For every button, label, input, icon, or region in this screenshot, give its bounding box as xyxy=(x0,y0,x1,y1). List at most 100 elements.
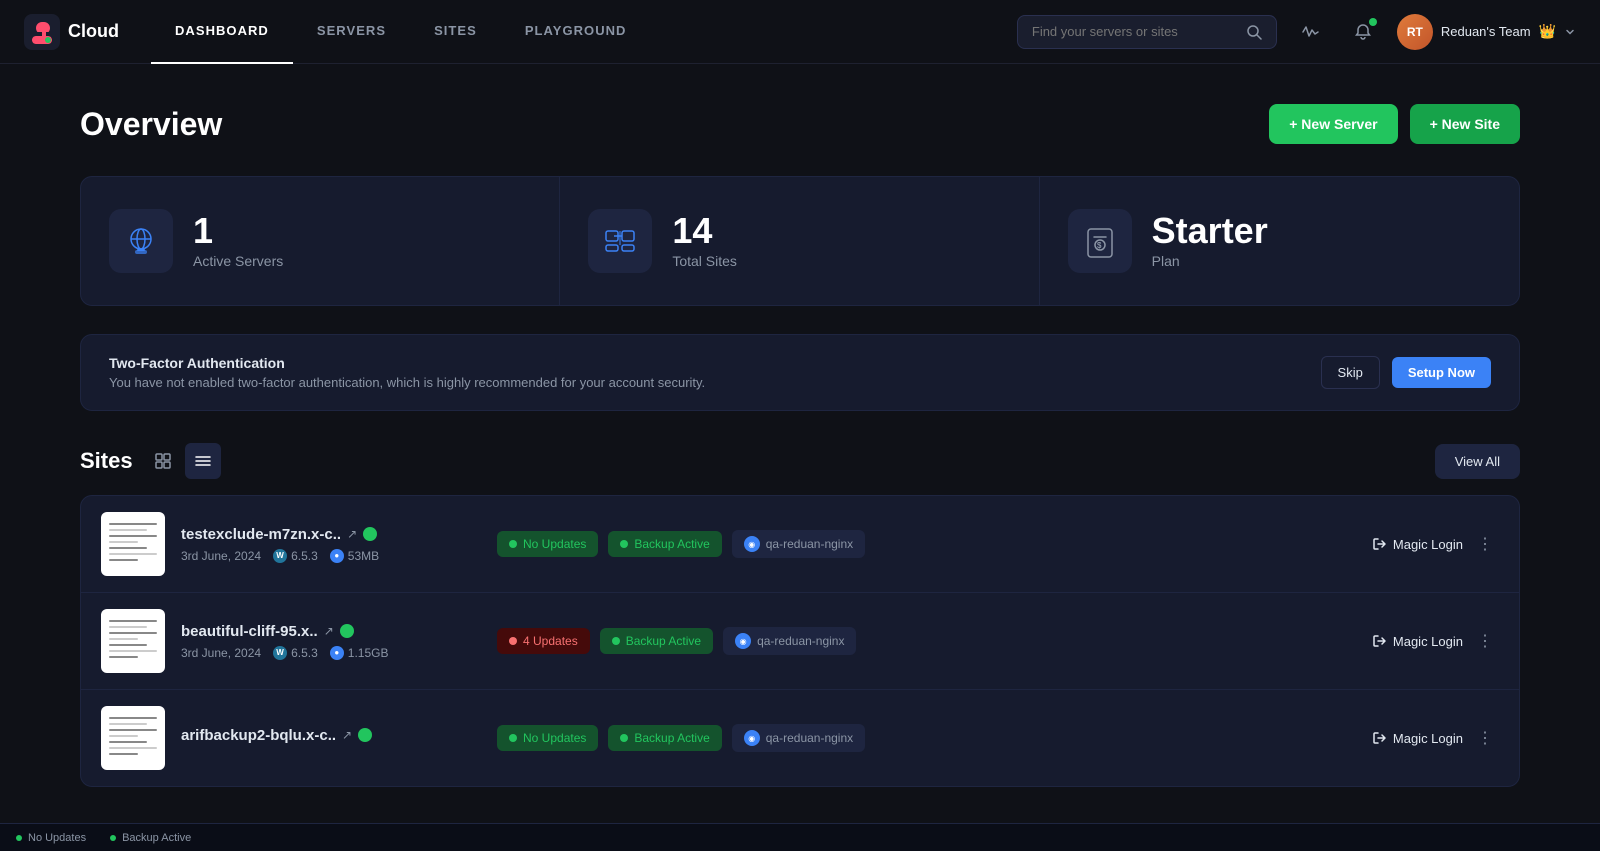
backup-active-badge: Backup Active xyxy=(608,531,721,557)
search-icon xyxy=(1246,24,1262,40)
badge-dot xyxy=(620,734,628,742)
stat-info-sites: 14 Total Sites xyxy=(672,213,737,269)
search-input[interactable] xyxy=(1032,24,1238,39)
user-menu[interactable]: RT Reduan's Team 👑 xyxy=(1397,14,1576,50)
server-badge: ◉ qa-reduan-nginx xyxy=(732,530,865,558)
list-view-button[interactable] xyxy=(185,443,221,479)
site-name: testexclude-m7zn.x-c.. xyxy=(181,526,341,543)
view-all-button[interactable]: View All xyxy=(1435,444,1520,479)
site-info: testexclude-m7zn.x-c.. ↗ 3rd June, 2024 … xyxy=(181,526,481,563)
sites-list: testexclude-m7zn.x-c.. ↗ 3rd June, 2024 … xyxy=(80,495,1520,787)
site-status-indicator xyxy=(340,624,354,638)
site-meta: 3rd June, 2024 W 6.5.3 ● 53MB xyxy=(181,549,481,563)
grid-view-button[interactable] xyxy=(145,443,181,479)
site-name: arifbackup2-bqlu.x-c.. xyxy=(181,727,336,744)
no-updates-badge: No Updates xyxy=(497,725,598,751)
server-badge: ◉ qa-reduan-nginx xyxy=(732,724,865,752)
site-thumbnail xyxy=(101,609,165,673)
login-icon xyxy=(1373,731,1387,745)
stat-plan-label: Plan xyxy=(1152,253,1268,269)
skip-button[interactable]: Skip xyxy=(1321,356,1380,389)
external-link-icon[interactable]: ↗ xyxy=(324,624,334,638)
twofa-title: Two-Factor Authentication xyxy=(109,355,705,371)
site-meta: 3rd June, 2024 W 6.5.3 ● 1.15GB xyxy=(181,646,481,660)
activity-icon-btn[interactable] xyxy=(1293,14,1329,50)
server-icon: ◉ xyxy=(744,536,760,552)
twofa-text: Two-Factor Authentication You have not e… xyxy=(109,355,705,390)
external-link-icon[interactable]: ↗ xyxy=(347,527,357,541)
more-options-button[interactable]: ⋮ xyxy=(1471,530,1499,558)
notification-icon-btn[interactable] xyxy=(1345,14,1381,50)
more-options-button[interactable]: ⋮ xyxy=(1471,627,1499,655)
crown-icon: 👑 xyxy=(1539,23,1556,40)
wp-icon: W xyxy=(273,646,287,660)
nav-links: DASHBOARD SERVERS SITES PLAYGROUND xyxy=(151,0,1017,64)
stat-number-servers: 1 xyxy=(193,213,283,249)
navbar: Cloud DASHBOARD SERVERS SITES PLAYGROUND xyxy=(0,0,1600,64)
server-icon: ◉ xyxy=(735,633,751,649)
table-row: arifbackup2-bqlu.x-c.. ↗ No Updates Back… xyxy=(81,690,1519,786)
logo-text: Cloud xyxy=(68,21,119,42)
page-header: Overview + New Server + New Site xyxy=(80,104,1520,144)
badge-dot xyxy=(509,540,517,548)
site-actions: Magic Login ⋮ xyxy=(1373,530,1499,558)
status-dot xyxy=(110,835,116,841)
logo-icon xyxy=(24,14,60,50)
site-info: beautiful-cliff-95.x.. ↗ 3rd June, 2024 … xyxy=(181,623,481,660)
nav-servers[interactable]: SERVERS xyxy=(293,0,410,64)
site-actions: Magic Login ⋮ xyxy=(1373,724,1499,752)
sites-icon-container xyxy=(588,209,652,273)
main-content: Overview + New Server + New Site 1 Activ… xyxy=(0,64,1600,827)
site-info: arifbackup2-bqlu.x-c.. ↗ xyxy=(181,727,481,750)
more-options-button[interactable]: ⋮ xyxy=(1471,724,1499,752)
updates-badge: 4 Updates xyxy=(497,628,590,654)
sites-title: Sites xyxy=(80,448,133,474)
server-icon: ◉ xyxy=(744,730,760,746)
db-icon: ● xyxy=(330,549,344,563)
site-db-size: ● 1.15GB xyxy=(330,646,389,660)
stat-label-sites: Total Sites xyxy=(672,253,737,269)
notification-dot xyxy=(1369,18,1377,26)
table-row: beautiful-cliff-95.x.. ↗ 3rd June, 2024 … xyxy=(81,593,1519,690)
site-badges: No Updates Backup Active ◉ qa-reduan-ngi… xyxy=(497,530,1357,558)
site-badges: 4 Updates Backup Active ◉ qa-reduan-ngin… xyxy=(497,627,1357,655)
server-globe-icon-container xyxy=(109,209,173,273)
server-globe-icon xyxy=(121,221,161,261)
search-bar[interactable] xyxy=(1017,15,1277,49)
magic-login-button[interactable]: Magic Login xyxy=(1373,634,1463,649)
no-updates-badge: No Updates xyxy=(497,531,598,557)
page-title: Overview xyxy=(80,106,222,143)
site-thumbnail xyxy=(101,706,165,770)
stat-total-sites: 14 Total Sites xyxy=(560,177,1039,305)
magic-login-button[interactable]: Magic Login xyxy=(1373,537,1463,552)
nav-dashboard[interactable]: DASHBOARD xyxy=(151,0,293,64)
nav-sites[interactable]: SITES xyxy=(410,0,501,64)
site-status-indicator xyxy=(363,527,377,541)
db-icon: ● xyxy=(330,646,344,660)
stat-info-servers: 1 Active Servers xyxy=(193,213,283,269)
setup-now-button[interactable]: Setup Now xyxy=(1392,357,1491,388)
stat-label-servers: Active Servers xyxy=(193,253,283,269)
new-site-button[interactable]: + New Site xyxy=(1410,104,1520,144)
backup-active-badge: Backup Active xyxy=(608,725,721,751)
header-actions: + New Server + New Site xyxy=(1269,104,1520,144)
login-icon xyxy=(1373,634,1387,648)
badge-dot xyxy=(509,637,517,645)
magic-login-button[interactable]: Magic Login xyxy=(1373,731,1463,746)
grid-icon xyxy=(155,453,171,469)
stat-plan-name: Starter xyxy=(1152,213,1268,249)
status-bar: No Updates Backup Active xyxy=(0,823,1600,851)
user-name: Reduan's Team xyxy=(1441,24,1531,39)
nav-playground[interactable]: PLAYGROUND xyxy=(501,0,651,64)
table-row: testexclude-m7zn.x-c.. ↗ 3rd June, 2024 … xyxy=(81,496,1519,593)
billing-icon-container: $ xyxy=(1068,209,1132,273)
badge-dot xyxy=(509,734,517,742)
view-toggle xyxy=(145,443,221,479)
external-link-icon[interactable]: ↗ xyxy=(342,728,352,742)
nav-right: RT Reduan's Team 👑 xyxy=(1017,14,1576,50)
nav-logo[interactable]: Cloud xyxy=(24,14,119,50)
site-badges: No Updates Backup Active ◉ qa-reduan-ngi… xyxy=(497,724,1357,752)
new-server-button[interactable]: + New Server xyxy=(1269,104,1397,144)
list-icon xyxy=(195,453,211,469)
status-dot xyxy=(16,835,22,841)
